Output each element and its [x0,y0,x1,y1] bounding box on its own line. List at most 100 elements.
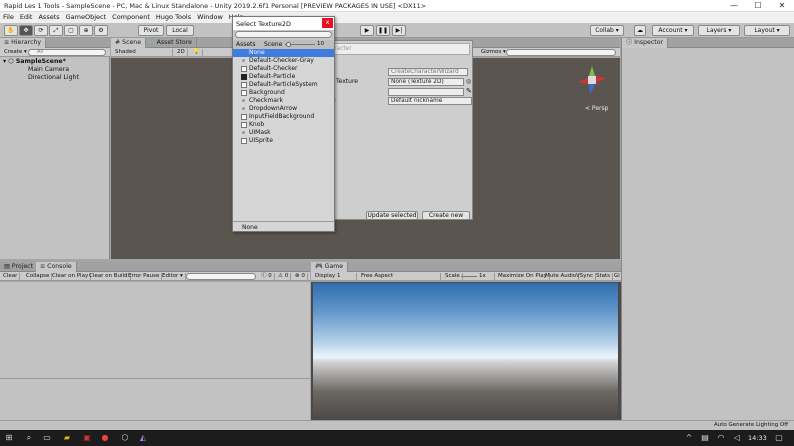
tray-chevron-icon[interactable]: ^ [684,433,694,443]
menu-window[interactable]: Window [194,12,226,23]
tray-volume-icon[interactable]: ◁ [732,433,742,443]
tray-wifi-icon[interactable]: ◠ [716,433,726,443]
console-split-divider[interactable] [0,378,310,379]
texture-list-item[interactable]: InputFieldBackground [233,113,334,121]
rotate-tool-icon[interactable]: ⟳ [34,25,48,36]
maximize-button[interactable]: ☐ [746,0,770,12]
windows-start-icon[interactable]: ⊞ [4,433,14,443]
console-log-area[interactable] [0,282,310,420]
console-log-count[interactable]: ⓘ 0 [259,273,275,280]
color-field[interactable] [388,88,464,96]
menu-component[interactable]: Component [109,12,153,23]
close-window-button[interactable]: ✕ [770,0,794,12]
dialog-slider-knob[interactable] [286,42,291,47]
collab-dropdown[interactable]: Collab ▾ [590,25,624,36]
lighting-toggle-icon[interactable]: 💡 [191,49,203,56]
tab-inspector[interactable]: ⓘ Inspector [622,38,669,48]
texture-list-item[interactable]: Knob [233,121,334,129]
unity-hub-icon[interactable]: ⬡ [120,433,130,443]
game-aspect-dropdown[interactable]: Free Aspect [359,273,441,280]
step-icon[interactable]: ▶| [392,25,406,36]
tab-scene[interactable]: # Scene [111,38,147,48]
tab-console[interactable]: ≡ Console [36,262,77,272]
shading-mode-dropdown[interactable]: Shaded [113,49,173,56]
scene-search-input[interactable] [506,49,616,56]
taskbar-search-icon[interactable]: ⌕ [24,433,34,443]
eyedropper-icon[interactable]: ✎ [466,87,472,95]
rect-tool-icon[interactable]: ▢ [64,25,78,36]
object-picker-icon[interactable]: ◎ [466,78,471,85]
scale-tool-icon[interactable]: ⤢ [49,25,63,36]
texture-list-item[interactable]: Default-Particle [233,73,334,81]
hand-tool-icon[interactable]: ✋ [4,25,18,36]
texture-list-item[interactable]: Checkmark [233,97,334,105]
tab-game[interactable]: 🎮 Game [311,262,349,272]
console-clear-on-play-button[interactable]: Clear on Play [50,273,92,280]
console-editor-dropdown[interactable]: Editor ▾ [160,273,186,280]
cloud-icon[interactable]: ☁ [634,25,646,36]
console-clear-button[interactable]: Clear [1,273,21,280]
console-error-pause-button[interactable]: Error Pause [126,273,163,280]
dialog-tab-assets[interactable]: Assets [236,41,256,48]
layers-dropdown[interactable]: Layers ▾ [698,25,740,36]
stats-toggle[interactable]: Stats [594,273,614,280]
hierarchy-item-main-camera[interactable]: Main Camera [28,66,69,73]
account-dropdown[interactable]: Account ▾ [652,25,694,36]
texture-list-item[interactable]: None [233,49,334,57]
console-collapse-button[interactable]: Collapse [24,273,53,280]
console-error-count[interactable]: ⊗ 0 [293,273,308,280]
game-viewport[interactable] [313,283,618,418]
tab-asset-store[interactable]: 🛒 Asset Store [143,38,197,48]
taskbar-app-icon[interactable]: ▣ [82,433,92,443]
texture-list-item[interactable]: Default-ParticleSystem [233,81,334,89]
pivot-toggle[interactable]: Pivot [138,25,164,36]
play-icon[interactable]: ▶ [360,25,374,36]
transform-tool-icon[interactable]: ⊕ [79,25,93,36]
2d-toggle[interactable]: 2D [175,49,188,56]
scene-orientation-gizmo[interactable] [576,64,608,96]
console-clear-on-build-button[interactable]: Clear on Build [87,273,131,280]
game-gizmos-toggle[interactable]: Gi [612,273,622,280]
taskbar-clock[interactable]: 14:33 [748,434,767,442]
scene-root[interactable]: ▾ ⬡ SampleScene* [3,58,66,65]
menu-file[interactable]: File [0,12,17,23]
task-view-icon[interactable]: ▭ [42,433,52,443]
tray-network-icon[interactable]: ▤ [700,433,710,443]
texture-field[interactable]: None (Texture 2D) [388,78,464,86]
visual-studio-icon[interactable]: ◭ [138,433,148,443]
scene-gizmos-dropdown[interactable]: Gizmos ▾ [479,49,509,56]
menu-edit[interactable]: Edit [17,12,36,23]
minimize-button[interactable]: — [722,0,746,12]
create-new-button[interactable]: Create new [422,211,470,220]
vsync-toggle[interactable]: VSync [574,273,597,280]
dialog-close-button[interactable]: x [322,18,333,28]
nickname-field[interactable]: Default nickname [388,97,472,105]
menu-assets[interactable]: Assets [35,12,62,23]
file-explorer-icon[interactable]: ▰ [62,433,72,443]
layout-dropdown[interactable]: Layout ▾ [744,25,790,36]
persp-label[interactable]: < Persp [585,105,608,112]
dialog-tab-scene[interactable]: Scene [264,41,282,48]
texture-list-item[interactable]: Background [233,89,334,97]
game-scale-slider[interactable] [461,276,477,277]
texture-list-item[interactable]: Default-Checker-Gray [233,57,334,65]
texture-list-item[interactable]: UISprite [233,137,334,145]
texture-list-item[interactable]: UIMask [233,129,334,137]
console-warning-count[interactable]: ⚠ 0 [276,273,292,280]
local-toggle[interactable]: Local [166,25,194,36]
custom-tool-icon[interactable]: ⚙ [94,25,108,36]
menu-gameobject[interactable]: GameObject [63,12,110,23]
menu-hugo-tools[interactable]: Hugo Tools [153,12,194,23]
notifications-icon[interactable]: ▢ [774,433,784,443]
hierarchy-item-directional-light[interactable]: Directional Light [28,74,79,81]
console-search-input[interactable] [186,273,256,280]
hierarchy-create-button[interactable]: Create ▾ [2,49,30,56]
tab-hierarchy[interactable]: ≡ Hierarchy [0,38,47,48]
chrome-icon[interactable]: ● [100,433,110,443]
texture-list-item[interactable]: DropdownArrow [233,105,334,113]
tab-project[interactable]: ▤ Project [0,262,38,272]
update-selected-button[interactable]: Update selected [366,211,418,220]
dialog-search-input[interactable] [235,31,332,38]
maximize-on-play-toggle[interactable]: Maximize On Play [496,273,550,280]
texture-list-item[interactable]: Default-Checker [233,65,334,73]
